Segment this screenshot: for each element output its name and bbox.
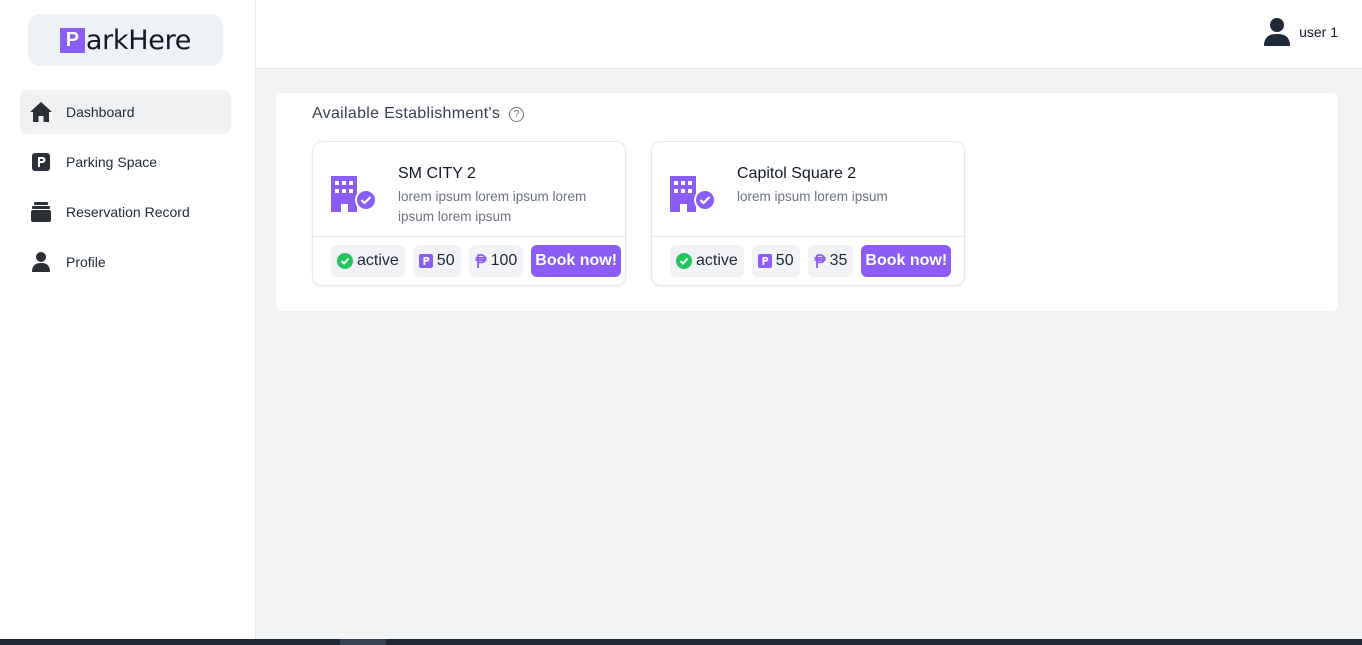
slots-count: 50 [436,252,455,269]
sidebar-item-parking-space[interactable]: Parking Space [20,140,231,184]
os-taskbar [0,639,1362,645]
sidebar: P arkHere Dashboard Parking Space Reserv… [0,0,256,639]
user-menu[interactable]: user 1 [1264,18,1338,46]
rate-value: 35 [829,252,848,269]
peso-icon [475,253,487,269]
user-icon [28,249,54,275]
status-badge: active [670,245,744,277]
records-icon [28,199,54,225]
sidebar-item-reservation-record[interactable]: Reservation Record [20,190,231,234]
parking-icon [28,149,54,175]
book-now-button[interactable]: Book now! [861,245,952,277]
sidebar-item-profile[interactable]: Profile [20,240,231,284]
status-text: active [696,252,738,269]
parking-icon [418,254,433,268]
sidebar-nav: Dashboard Parking Space Reservation Reco… [20,90,231,290]
card-footer: active 50 35 Book now! [670,245,952,277]
status-text: active [357,252,399,269]
top-header: user 1 [256,0,1362,69]
slots-count: 50 [775,252,794,269]
rate-value: 100 [490,252,518,269]
sidebar-item-label: Dashboard [66,104,135,120]
peso-icon [814,253,826,269]
building-check-icon [670,176,716,217]
panel-title-text: Available Establishment's [312,105,501,122]
sidebar-item-dashboard[interactable]: Dashboard [20,90,231,134]
help-icon[interactable]: ? [509,106,525,122]
establishment-card[interactable]: Capitol Square 2 lorem ipsum lorem ipsum… [651,141,965,286]
rate-badge: 35 [807,245,854,277]
rate-badge: 100 [468,245,524,277]
card-footer: active 50 100 Book now! [331,245,622,277]
sidebar-item-label: Reservation Record [66,204,190,220]
establishment-description: lorem ipsum lorem ipsum [737,189,888,204]
parking-icon [757,254,772,268]
card-header: Capitol Square 2 lorem ipsum lorem ipsum [652,142,964,237]
establishment-card[interactable]: SM CITY 2 lorem ipsum lorem ipsum lorem … [312,141,626,286]
slots-badge: 50 [751,245,800,277]
user-avatar-icon [1264,18,1291,46]
sidebar-item-label: Parking Space [66,154,158,170]
sidebar-item-label: Profile [66,254,106,270]
building-check-icon [331,176,377,217]
logo-p-mark: P [59,27,85,53]
establishment-name: SM CITY 2 [398,165,476,182]
check-circle-icon [676,253,692,269]
logo-text: arkHere [85,24,192,56]
app-logo[interactable]: P arkHere [28,14,223,66]
establishments-panel: Available Establishment's ? SM CITY 2 lo… [276,93,1338,311]
home-icon [28,99,54,125]
check-circle-icon [337,253,353,269]
status-badge: active [331,245,405,277]
panel-title: Available Establishment's ? [312,105,525,123]
book-now-button[interactable]: Book now! [531,245,622,277]
card-header: SM CITY 2 lorem ipsum lorem ipsum lorem … [313,142,625,237]
user-name: user 1 [1299,24,1338,40]
taskbar-item[interactable] [340,639,386,645]
establishment-description: lorem ipsum lorem ipsum lorem ipsum lore… [398,189,587,224]
slots-badge: 50 [412,245,461,277]
establishment-name: Capitol Square 2 [737,165,857,182]
